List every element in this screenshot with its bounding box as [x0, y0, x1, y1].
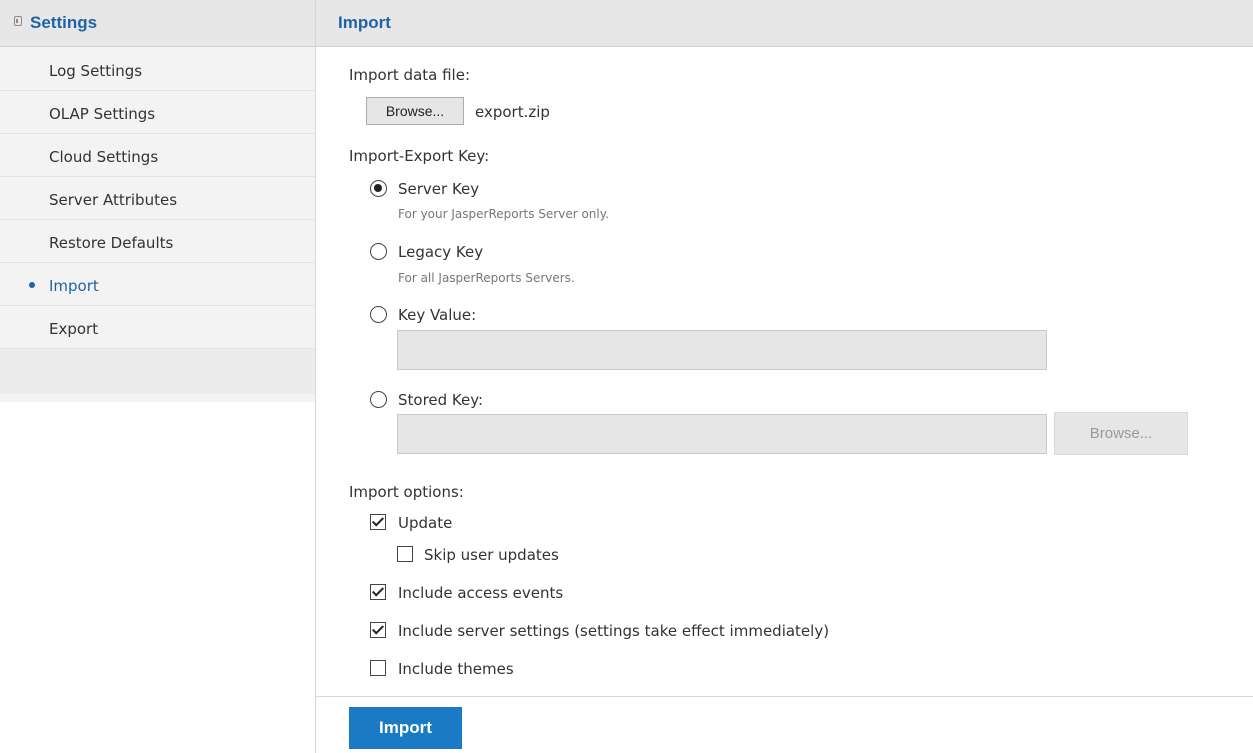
include-access-events-label[interactable]: Include access events	[398, 584, 563, 602]
stored-key-input[interactable]	[397, 414, 1047, 454]
sidebar-item-label: Export	[49, 320, 99, 338]
include-server-settings-checkbox[interactable]	[370, 622, 386, 638]
update-label[interactable]: Update	[398, 514, 452, 532]
legacy-key-radio[interactable]	[370, 243, 387, 260]
update-checkbox[interactable]	[370, 514, 386, 530]
import-options-label: Import options:	[349, 483, 464, 501]
server-key-radio[interactable]	[370, 180, 387, 197]
skip-user-updates-label[interactable]: Skip user updates	[424, 546, 559, 564]
sidebar-title: Settings	[30, 13, 98, 32]
server-key-label[interactable]: Server Key	[398, 180, 479, 198]
legacy-key-label[interactable]: Legacy Key	[398, 243, 483, 261]
sidebar-item-label: Restore Defaults	[49, 234, 174, 252]
sidebar-item-label: Cloud Settings	[49, 148, 159, 166]
sidebar-item-restore-defaults[interactable]: Restore Defaults	[0, 220, 315, 263]
include-server-settings-label[interactable]: Include server settings (settings take e…	[398, 622, 829, 640]
key-value-radio[interactable]	[370, 306, 387, 323]
key-value-input[interactable]	[397, 330, 1047, 370]
sidebar-header: Settings	[0, 0, 315, 47]
include-themes-checkbox[interactable]	[370, 660, 386, 676]
sidebar-item-log-settings[interactable]: Log Settings	[0, 48, 315, 91]
footer-divider	[316, 696, 1253, 697]
sidebar-item-label: Import	[49, 277, 99, 295]
page-title: Import	[338, 13, 391, 32]
key-value-label[interactable]: Key Value:	[398, 306, 476, 324]
import-file-label: Import data file:	[349, 66, 471, 84]
skip-user-updates-checkbox[interactable]	[397, 546, 413, 562]
sidebar-item-import[interactable]: Import	[0, 263, 315, 306]
server-key-hint: For your JasperReports Server only.	[398, 207, 609, 221]
include-themes-label[interactable]: Include themes	[398, 660, 514, 678]
main-header: Import	[316, 0, 1253, 47]
panel-toggle-icon[interactable]	[14, 16, 22, 26]
stored-key-browse-button[interactable]: Browse...	[1054, 412, 1188, 455]
settings-sidebar: Settings Log Settings OLAP Settings Clou…	[0, 0, 316, 753]
sidebar-list: Log Settings OLAP Settings Cloud Setting…	[0, 48, 315, 394]
active-bullet-icon	[29, 282, 35, 288]
sidebar-item-label: Server Attributes	[49, 191, 178, 209]
stored-key-label[interactable]: Stored Key:	[398, 391, 483, 409]
file-browse-button[interactable]: Browse...	[366, 97, 464, 125]
sidebar-item-server-attributes[interactable]: Server Attributes	[0, 177, 315, 220]
sidebar-item-cloud-settings[interactable]: Cloud Settings	[0, 134, 315, 177]
import-submit-button[interactable]: Import	[349, 707, 462, 749]
key-section-label: Import-Export Key:	[349, 147, 490, 165]
sidebar-item-label: Log Settings	[49, 62, 143, 80]
sidebar-empty-area	[0, 402, 315, 753]
sidebar-item-label: OLAP Settings	[49, 105, 156, 123]
selected-file-name: export.zip	[475, 103, 550, 121]
sidebar-spacer	[0, 349, 315, 394]
sidebar-item-export[interactable]: Export	[0, 306, 315, 349]
include-access-events-checkbox[interactable]	[370, 584, 386, 600]
stored-key-radio[interactable]	[370, 391, 387, 408]
sidebar-item-olap-settings[interactable]: OLAP Settings	[0, 91, 315, 134]
legacy-key-hint: For all JasperReports Servers.	[398, 271, 575, 285]
